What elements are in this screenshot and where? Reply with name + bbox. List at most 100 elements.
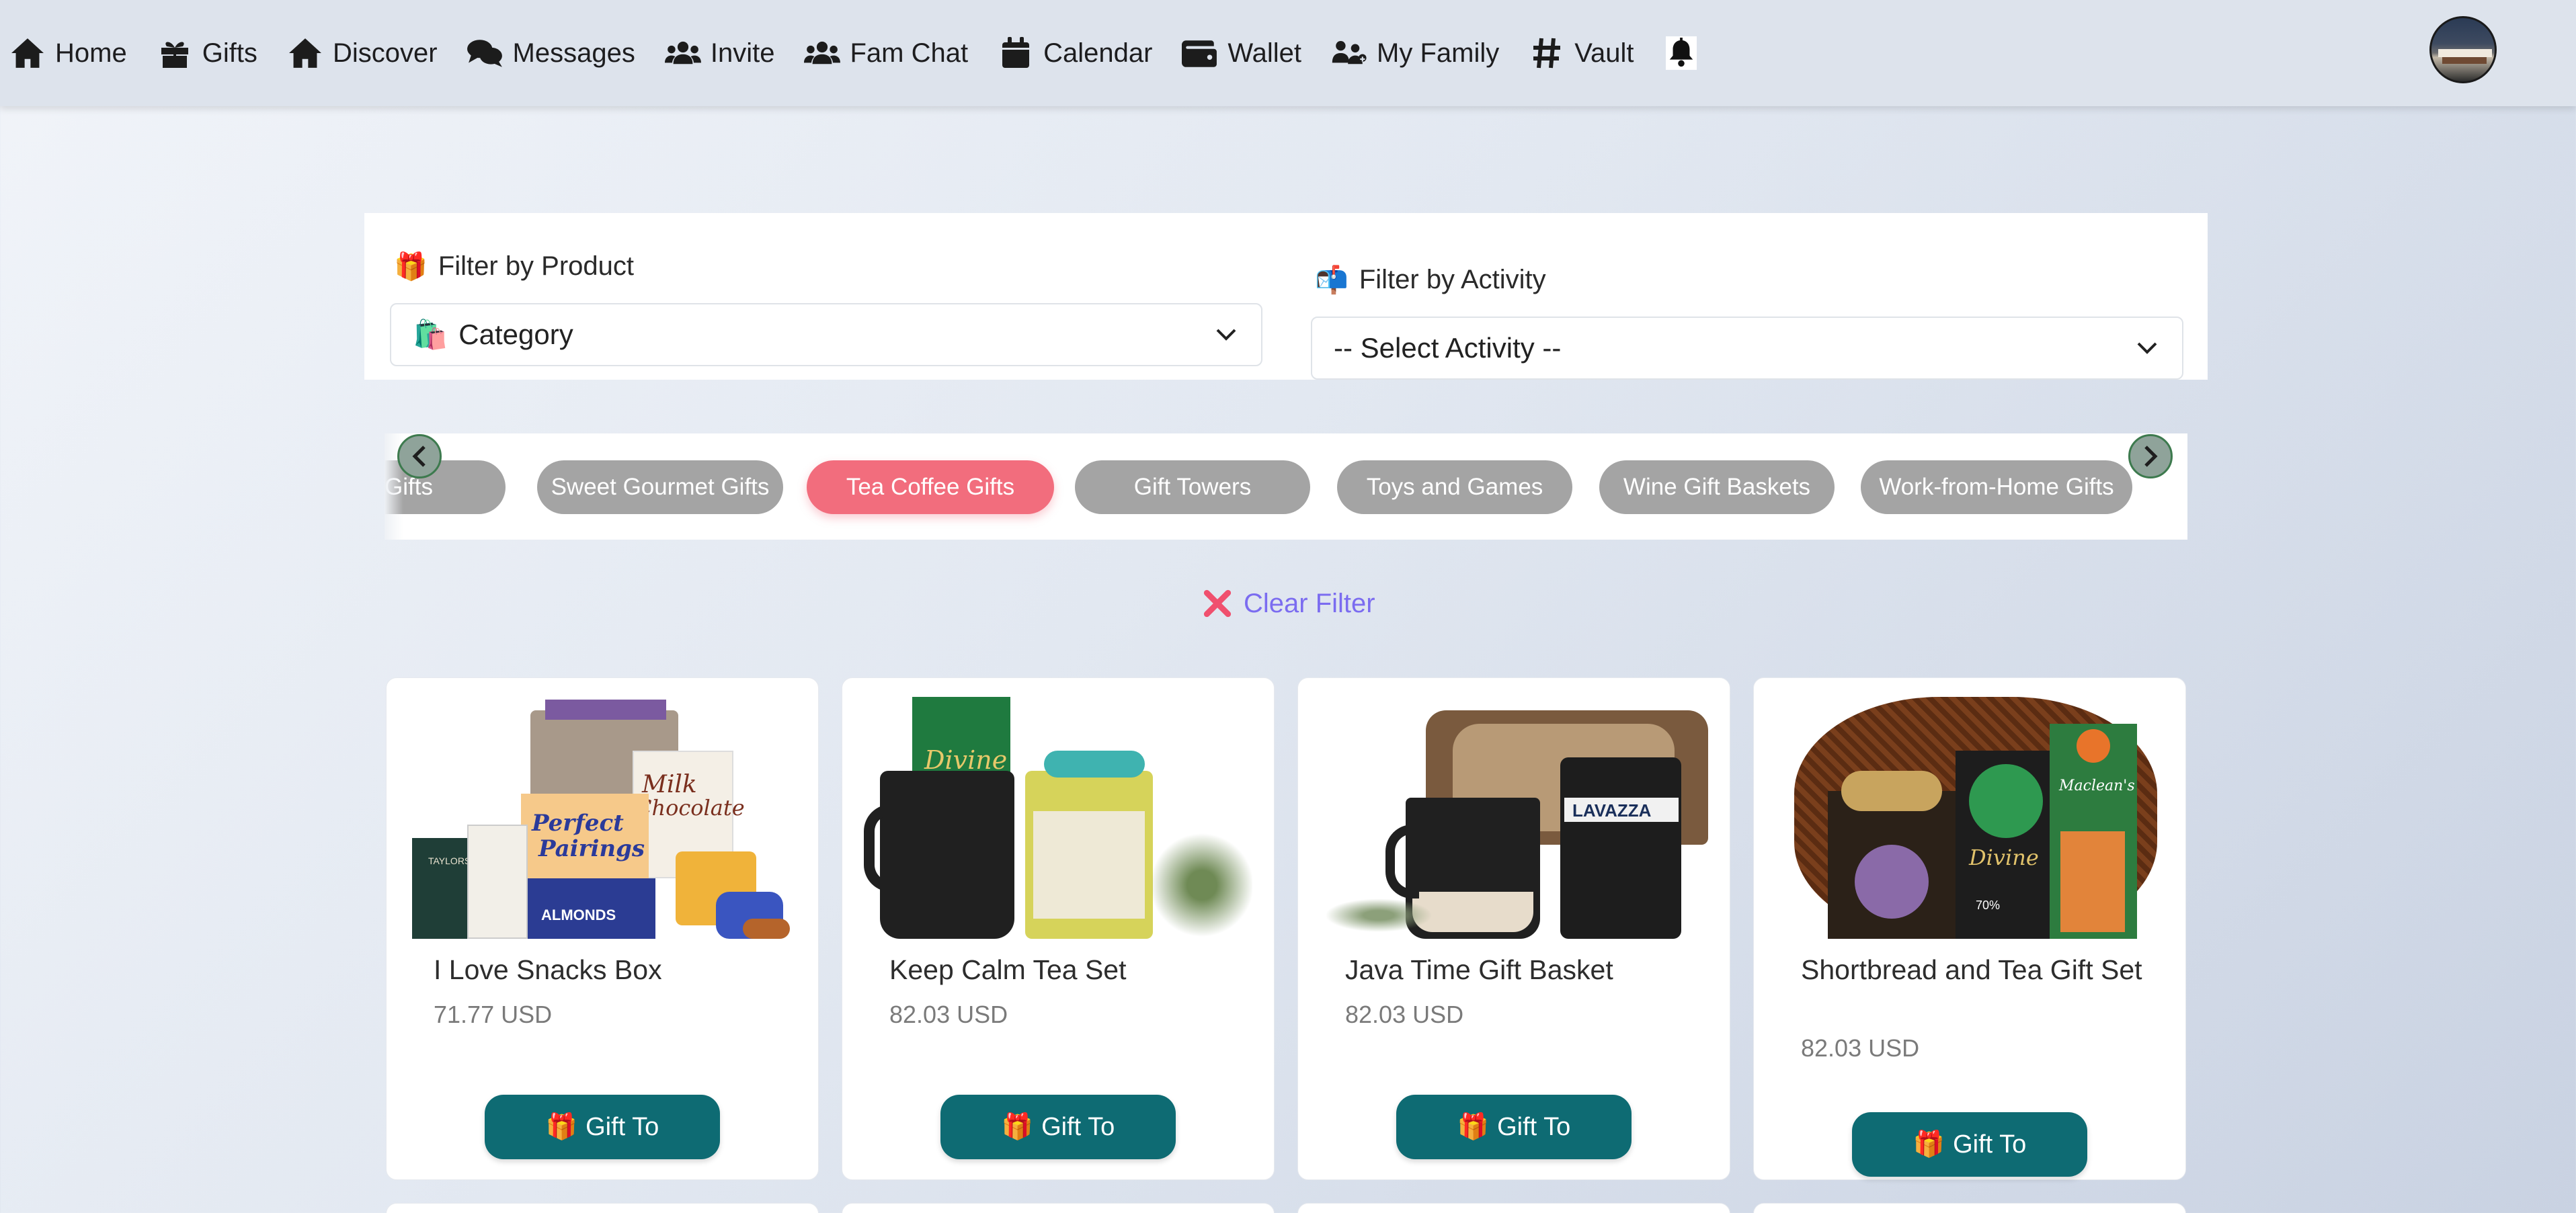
nav-messages[interactable]: Messages <box>467 26 635 80</box>
filter-panel: 🎁 Filter by Product 🛍️ Category 📬 Filter… <box>364 213 2208 380</box>
product-price: 71.77 USD <box>434 1001 553 1028</box>
top-navbar: Home Gifts Discover Messages Invite Fam … <box>0 0 2576 106</box>
product-card[interactable]: Divine 70% Maclean's Shortbread and Tea … <box>1753 677 2186 1180</box>
gift-emoji-icon: 🎁 <box>545 1113 578 1141</box>
product-art-label: Pairings <box>538 835 645 862</box>
nav-fam-chat[interactable]: Fam Chat <box>804 26 968 80</box>
product-name: I Love Snacks Box <box>434 954 662 985</box>
gift-to-button[interactable]: 🎁 Gift To <box>940 1095 1176 1159</box>
activity-select[interactable]: -- Select Activity -- <box>1311 317 2183 380</box>
close-icon <box>1203 589 1232 618</box>
calendar-icon <box>1002 37 1030 68</box>
product-price: 82.03 USD <box>1345 1001 1464 1028</box>
category-pill-label: Toys and Games <box>1366 474 1543 500</box>
category-pill-work-from-home[interactable]: Work-from-Home Gifts <box>1861 460 2132 514</box>
nav-my-family[interactable]: My Family <box>1331 26 1499 80</box>
gift-emoji-icon: 🎁 <box>1457 1113 1490 1141</box>
nav-wallet-label: Wallet <box>1227 38 1302 68</box>
gift-icon <box>161 42 188 68</box>
gift-to-button[interactable]: 🎁 Gift To <box>1396 1095 1632 1159</box>
product-art-label: 70% <box>1976 898 2001 912</box>
product-art-label: Divine <box>1969 845 2039 870</box>
carousel-prev-button[interactable] <box>397 434 442 478</box>
shopping-bags-icon: 🛍️ <box>413 318 448 350</box>
category-pill-label: Wine Gift Baskets <box>1623 474 1811 500</box>
clear-filter-label: Clear Filter <box>1244 588 1375 618</box>
category-pill-sweet-gourmet[interactable]: Sweet Gourmet Gifts <box>537 460 783 514</box>
product-name: Java Time Gift Basket <box>1345 954 1613 985</box>
product-card[interactable]: LAVAZZA Java Time Gift Basket 82.03 USD … <box>1297 677 1730 1180</box>
category-pill-label: Work-from-Home Gifts <box>1879 474 2114 500</box>
product-price: 82.03 USD <box>889 1001 1008 1028</box>
gift-to-button[interactable]: 🎁 Gift To <box>485 1095 720 1159</box>
gift-emoji-icon: 🎁 <box>394 252 428 282</box>
gift-emoji-icon: 🎁 <box>1001 1113 1034 1141</box>
product-card-partial[interactable] <box>386 1203 819 1213</box>
clear-filter-button[interactable]: Clear Filter <box>1203 583 1375 624</box>
category-pill-wine-baskets[interactable]: Wine Gift Baskets <box>1599 460 1835 514</box>
nav-discover-label: Discover <box>332 38 438 68</box>
category-select[interactable]: 🛍️ Category <box>390 303 1262 366</box>
product-art-label: Maclean's <box>2059 778 2135 794</box>
category-pill-label: Gift Towers <box>1133 474 1252 500</box>
nav-messages-label: Messages <box>512 38 635 68</box>
filter-by-activity-label: 📬 Filter by Activity <box>1315 264 1546 296</box>
nav-wallet[interactable]: Wallet <box>1182 26 1301 80</box>
category-pill-toys-games[interactable]: Toys and Games <box>1337 460 1572 514</box>
gift-to-label: Gift To <box>1041 1112 1115 1141</box>
nav-fam-chat-label: Fam Chat <box>850 38 969 68</box>
chevron-left-icon <box>412 446 426 467</box>
product-art-label: ALMONDS <box>541 907 616 923</box>
gift-emoji-icon: 🎁 <box>1913 1130 1945 1159</box>
activity-select-value: -- Select Activity -- <box>1334 332 1562 364</box>
gift-to-button[interactable]: 🎁 Gift To <box>1852 1112 2087 1177</box>
product-art-label: Milk <box>642 771 697 798</box>
gift-to-label: Gift To <box>1497 1112 1571 1141</box>
user-avatar[interactable] <box>2429 16 2497 83</box>
category-pill-label: Sweet Gourmet Gifts <box>551 474 770 500</box>
chevron-down-icon <box>2137 342 2157 354</box>
gift-to-label: Gift To <box>1953 1130 2027 1159</box>
wallet-icon <box>1182 40 1217 67</box>
filter-by-activity-text: Filter by Activity <box>1359 265 1546 294</box>
product-image-shortbread-tea: Divine 70% Maclean's <box>1774 697 2167 939</box>
product-card-partial[interactable] <box>1297 1203 1730 1213</box>
product-name: Keep Calm Tea Set <box>889 954 1127 985</box>
product-art-label: Perfect <box>532 810 624 837</box>
category-carousel: Gifts Sweet Gourmet Gifts Tea Coffee Gif… <box>385 433 2187 540</box>
product-name: Shortbread and Tea Gift Set <box>1801 954 2142 985</box>
product-image-tea-set: Divine <box>862 697 1255 939</box>
nav-calendar[interactable]: Calendar <box>998 26 1152 80</box>
product-card-partial[interactable] <box>1753 1203 2186 1213</box>
product-art-label: LAVAZZA <box>1572 800 1652 821</box>
nav-gifts[interactable]: Gifts <box>157 26 257 80</box>
nav-invite[interactable]: Invite <box>664 26 775 80</box>
category-pill-label: Tea Coffee Gifts <box>846 474 1015 500</box>
bell-icon <box>1666 36 1697 70</box>
users-icon <box>664 41 701 65</box>
nav-vault-label: Vault <box>1574 38 1634 68</box>
home-icon <box>288 38 321 68</box>
family-icon <box>1332 41 1367 65</box>
nav-vault[interactable]: Vault <box>1529 26 1634 80</box>
product-card[interactable]: Milk Chocolate Perfect Pairings ALMONDS … <box>386 677 819 1180</box>
nav-invite-label: Invite <box>710 38 775 68</box>
home-icon <box>11 38 44 68</box>
product-card[interactable]: Divine Keep Calm Tea Set 82.03 USD 🎁 Gif… <box>842 677 1275 1180</box>
notifications-bell[interactable] <box>1666 36 1697 70</box>
carousel-next-button[interactable] <box>2128 434 2173 478</box>
product-card-partial[interactable] <box>842 1203 1275 1213</box>
product-art-label: TAYLORS <box>428 855 471 866</box>
nav-my-family-label: My Family <box>1377 38 1500 68</box>
nav-home[interactable]: Home <box>9 26 127 80</box>
category-pill-gift-towers[interactable]: Gift Towers <box>1075 460 1310 514</box>
nav-discover[interactable]: Discover <box>287 26 438 80</box>
chevron-down-icon <box>1216 329 1236 341</box>
nav-home-label: Home <box>55 38 127 68</box>
users-icon <box>804 41 841 65</box>
mailbox-emoji-icon: 📬 <box>1315 265 1349 295</box>
chevron-right-icon <box>2144 446 2158 467</box>
product-price: 82.03 USD <box>1801 1034 1920 1062</box>
category-pill-tea-coffee[interactable]: Tea Coffee Gifts <box>807 460 1054 514</box>
product-image-java-basket: LAVAZZA <box>1318 697 1711 939</box>
